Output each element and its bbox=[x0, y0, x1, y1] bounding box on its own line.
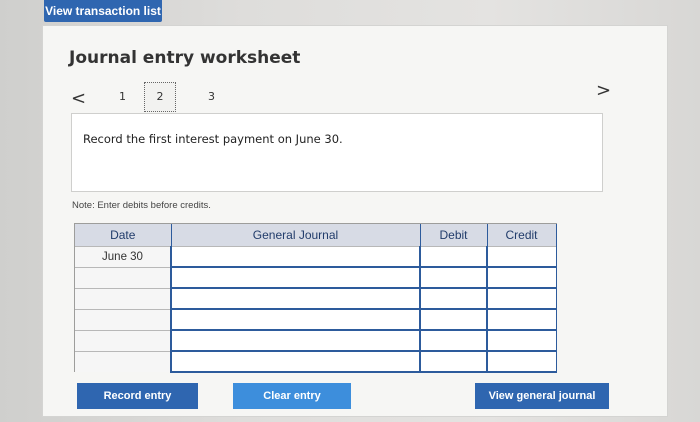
general-journal-input[interactable] bbox=[170, 266, 420, 289]
step-1-button[interactable]: 1 bbox=[119, 90, 126, 103]
table-header-row: Date General Journal Debit Credit bbox=[75, 224, 557, 247]
table-row bbox=[75, 266, 557, 289]
view-general-journal-button[interactable]: View general journal bbox=[475, 383, 609, 409]
debit-input[interactable] bbox=[419, 246, 487, 268]
table-row: June 30 bbox=[75, 246, 557, 268]
date-cell bbox=[75, 308, 171, 330]
worksheet-title: Journal entry worksheet bbox=[69, 48, 301, 68]
table-row bbox=[75, 287, 557, 310]
credit-input[interactable] bbox=[486, 246, 557, 268]
credit-input[interactable] bbox=[486, 308, 557, 331]
instruction-box: Record the first interest payment on Jun… bbox=[71, 113, 603, 192]
debits-note: Note: Enter debits before credits. bbox=[72, 200, 211, 211]
debit-input[interactable] bbox=[419, 329, 487, 352]
credit-input[interactable] bbox=[486, 329, 557, 352]
credit-input[interactable] bbox=[486, 350, 557, 373]
date-cell bbox=[75, 266, 171, 288]
general-journal-input[interactable] bbox=[170, 287, 420, 310]
date-cell bbox=[75, 350, 171, 372]
debit-input[interactable] bbox=[419, 308, 487, 331]
table-row bbox=[75, 308, 557, 331]
credit-input[interactable] bbox=[486, 266, 557, 289]
record-entry-button[interactable]: Record entry bbox=[77, 383, 198, 409]
instruction-text: Record the first interest payment on Jun… bbox=[83, 132, 343, 146]
date-cell: June 30 bbox=[75, 246, 171, 267]
general-journal-header: General Journal bbox=[171, 224, 421, 247]
general-journal-input[interactable] bbox=[170, 329, 420, 352]
debit-input[interactable] bbox=[419, 266, 487, 289]
table-row bbox=[75, 350, 557, 373]
date-cell bbox=[75, 329, 171, 351]
previous-step-button[interactable]: < bbox=[71, 88, 86, 109]
next-step-button[interactable]: > bbox=[596, 80, 611, 101]
journal-table: Date General Journal Debit Credit June 3… bbox=[75, 224, 557, 373]
general-journal-input[interactable] bbox=[170, 308, 420, 331]
date-cell bbox=[75, 287, 171, 309]
credit-input[interactable] bbox=[486, 287, 557, 310]
general-journal-input[interactable] bbox=[170, 246, 420, 268]
credit-header: Credit bbox=[487, 224, 557, 247]
journal-entry-table: Date General Journal Debit Credit June 3… bbox=[74, 223, 557, 373]
view-transaction-list-button[interactable]: View transaction list bbox=[44, 0, 162, 22]
debit-input[interactable] bbox=[419, 350, 487, 373]
debit-input[interactable] bbox=[419, 287, 487, 310]
journal-entry-worksheet-panel: Journal entry worksheet < 1 2 3 > Record… bbox=[42, 25, 668, 417]
clear-entry-button[interactable]: Clear entry bbox=[233, 383, 351, 409]
debit-header: Debit bbox=[420, 224, 488, 247]
table-row bbox=[75, 329, 557, 352]
date-header: Date bbox=[75, 224, 172, 247]
general-journal-input[interactable] bbox=[170, 350, 420, 373]
step-2-button[interactable]: 2 bbox=[144, 82, 176, 112]
step-3-button[interactable]: 3 bbox=[208, 90, 215, 103]
